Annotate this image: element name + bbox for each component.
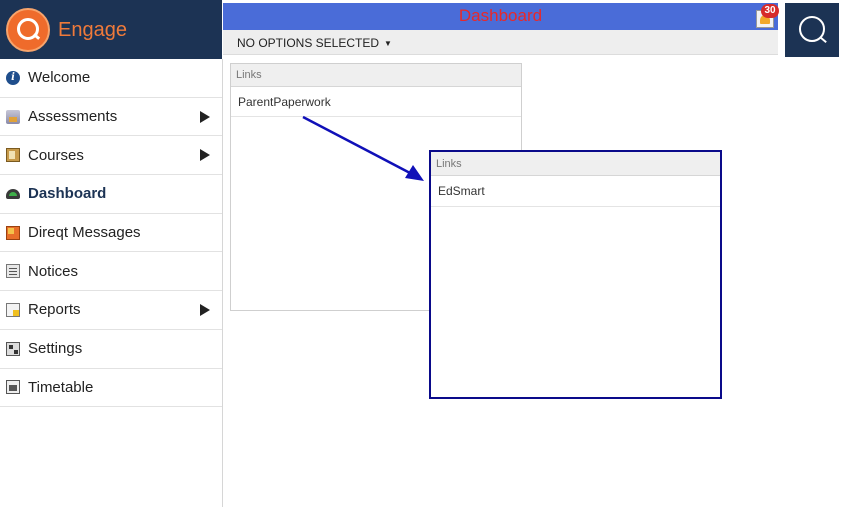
courses-icon [6, 148, 20, 163]
settings-icon [6, 341, 20, 356]
notices-icon [6, 264, 20, 279]
sidebar-item-label: Timetable [28, 378, 94, 396]
links-widget-highlighted: Links EdSmart [429, 150, 722, 399]
info-icon: i [6, 70, 20, 85]
sidebar-item-dashboard[interactable]: Dashboard [0, 175, 222, 214]
assessments-icon [6, 109, 20, 124]
sidebar-item-settings[interactable]: Settings [0, 330, 222, 369]
sidebar-item-label: Dashboard [28, 185, 107, 203]
sidebar-item-label: Assessments [28, 108, 118, 126]
user-menu-button[interactable] [785, 3, 839, 57]
submenu-arrow-icon[interactable] [200, 303, 210, 316]
options-dropdown-label: NO OPTIONS SELECTED [237, 36, 380, 50]
sidebar-item-label: Courses [28, 146, 84, 164]
app-logo-bar: Engage [0, 0, 222, 59]
submenu-arrow-icon[interactable] [200, 110, 210, 123]
page-header: Dashboard 30 [223, 3, 779, 30]
sidebar-item-label: Direqt Messages [28, 224, 141, 242]
reports-icon [6, 302, 20, 317]
sidebar-item-direqt-messages[interactable]: Direqt Messages [0, 214, 222, 253]
link-edsmart[interactable]: EdSmart [431, 176, 720, 207]
widget-header: Links [431, 152, 720, 176]
engage-logo-icon [6, 8, 50, 52]
widget-header: Links [231, 64, 521, 87]
submenu-arrow-icon[interactable] [200, 149, 210, 162]
sidebar-item-label: Settings [28, 340, 83, 358]
options-dropdown[interactable]: NO OPTIONS SELECTED ▼ [237, 36, 392, 50]
sidebar-item-notices[interactable]: Notices [0, 252, 222, 292]
sidebar-item-label: Reports [28, 301, 81, 319]
link-parentpaperwork[interactable]: ParentPaperwork [231, 87, 521, 117]
app-name: Engage [58, 19, 127, 41]
messages-icon [6, 225, 20, 240]
options-bar: NO OPTIONS SELECTED ▼ [223, 30, 778, 55]
sidebar-item-assessments[interactable]: Assessments [0, 98, 222, 137]
sidebar-item-courses[interactable]: Courses [0, 136, 222, 176]
page-title: Dashboard [458, 6, 543, 25]
sidebar-item-reports[interactable]: Reports [0, 291, 222, 330]
dashboard-icon [6, 188, 20, 199]
timetable-icon [6, 380, 20, 395]
caret-down-icon: ▼ [384, 39, 392, 49]
notification-count-badge: 30 [761, 4, 779, 18]
sidebar-item-timetable[interactable]: Timetable [0, 369, 222, 408]
sidebar-item-welcome[interactable]: i Welcome [0, 59, 222, 98]
sidebar-item-label: Welcome [28, 69, 91, 87]
sidebar: i Welcome Assessments Courses Dashboard … [0, 59, 223, 507]
sidebar-item-label: Notices [28, 262, 79, 280]
